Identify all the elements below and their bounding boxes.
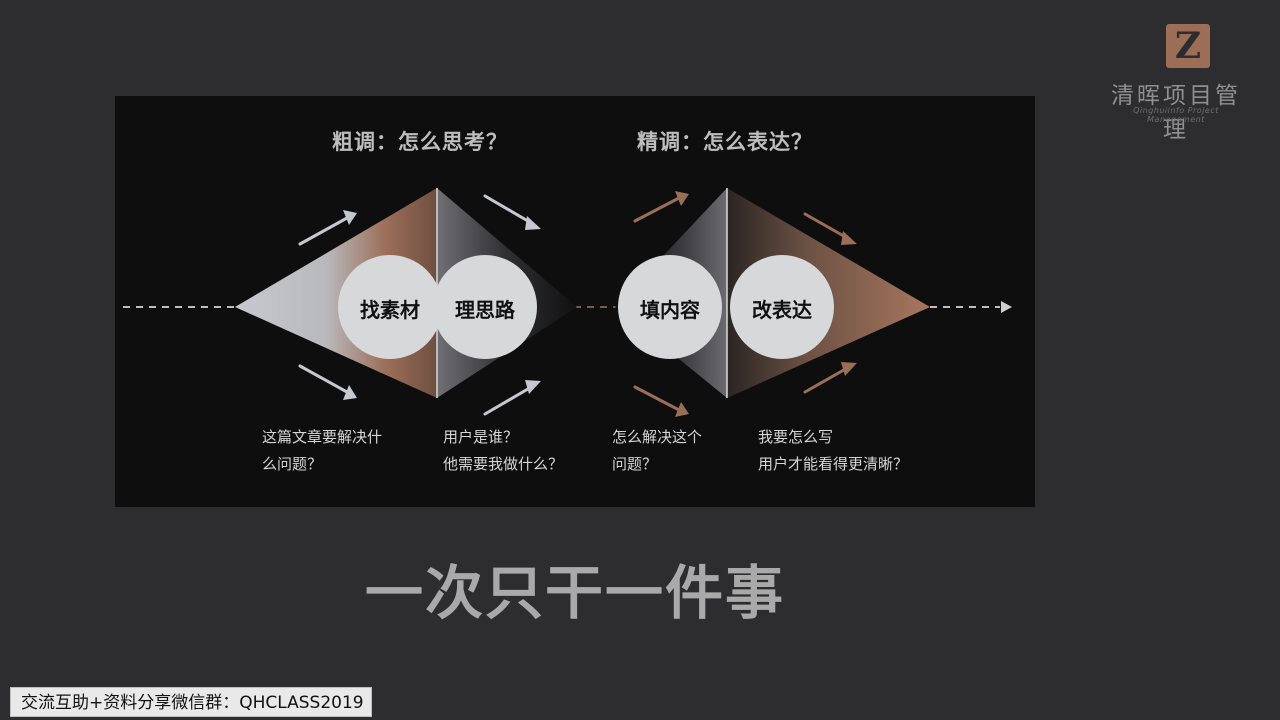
- step-label-find-material: 找素材: [360, 298, 420, 322]
- arrow-diverge-down-3: [633, 385, 681, 412]
- arrow-diverge-up-1: [298, 216, 349, 246]
- step-label-fill-content: 填内容: [640, 298, 700, 322]
- step-1-note-line-1: 这篇文章要解决什: [262, 428, 383, 446]
- arrow-diverge-down-1: [298, 364, 349, 394]
- step-4-note-line-1: 我要怎么写: [758, 428, 834, 446]
- logo-mark-icon: Z: [1166, 24, 1210, 68]
- step-label-refine-expression: 改表达: [752, 298, 812, 322]
- logo-name-en: Qinghuiinfo Project Management: [1133, 106, 1219, 124]
- screen: Z 清晖项目管理 Qinghuiinfo Project Management: [0, 0, 1280, 720]
- step-1-note-line-2: 么问题？: [262, 455, 323, 473]
- step-2-note-line-2: 他需要我做什么？: [443, 455, 564, 473]
- arrow-diverge-up-3: [633, 196, 681, 223]
- wechat-group-banner: 交流互助+资料分享微信群：QHCLASS2019: [10, 687, 372, 717]
- step-4-note: 我要怎么写 用户才能看得更清晰？: [758, 424, 908, 478]
- step-3-note-line-1: 怎么解决这个: [612, 428, 703, 446]
- step-3-note: 怎么解决这个 问题？: [612, 424, 702, 478]
- step-2-note-line-1: 用户是谁？: [443, 428, 519, 446]
- phase-title-rough: 粗调：怎么思考？: [332, 129, 508, 154]
- brand-logo: Z 清晖项目管理 Qinghuiinfo Project Management: [1106, 24, 1246, 143]
- slide-panel: 粗调：怎么思考？ 精调：怎么表达？ 找素材 理思路 填内容 改表达 这篇文章要解…: [115, 96, 1035, 507]
- arrow-converge-up-4: [803, 365, 851, 394]
- step-1-note: 这篇文章要解决什 么问题？: [262, 424, 382, 478]
- arrow-converge-up-2: [483, 384, 535, 416]
- step-3-note-line-2: 问题？: [612, 455, 658, 473]
- step-2-note: 用户是谁？ 他需要我做什么？: [443, 424, 563, 478]
- step-label-organize-ideas: 理思路: [455, 298, 515, 322]
- arrow-converge-down-2: [483, 194, 535, 226]
- axis-arrowhead: [1001, 301, 1012, 313]
- headline: 一次只干一件事: [364, 559, 785, 627]
- phase-title-fine: 精调：怎么表达？: [637, 129, 813, 154]
- step-4-note-line-2: 用户才能看得更清晰？: [758, 455, 909, 473]
